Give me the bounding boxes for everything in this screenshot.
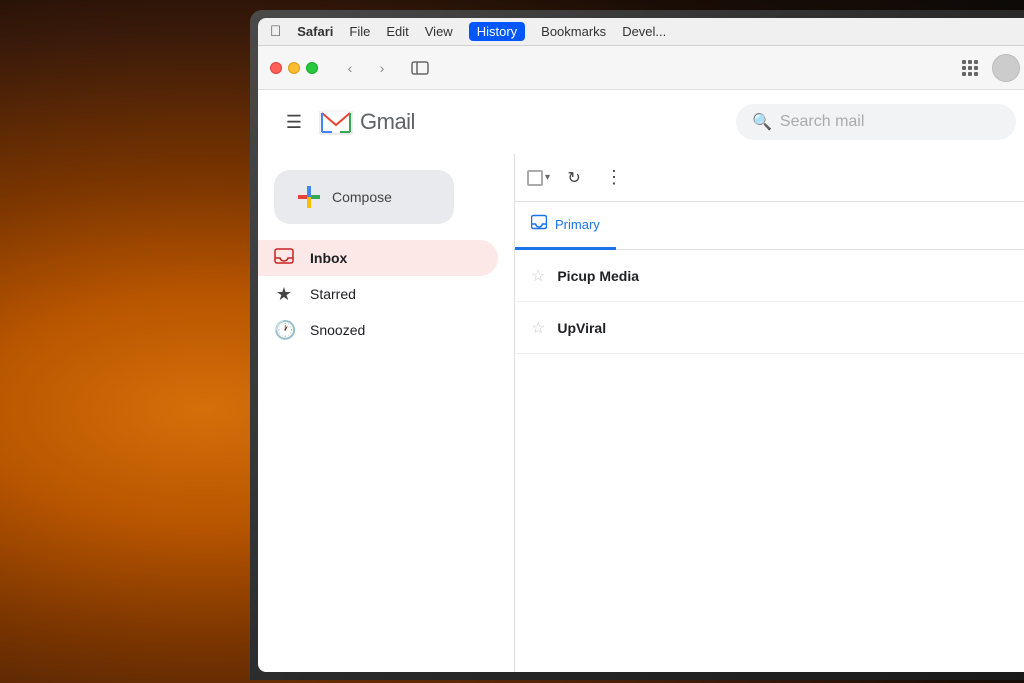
starred-label: Starred	[310, 286, 356, 302]
inbox-label: Inbox	[310, 250, 347, 266]
grid-view-button[interactable]	[956, 54, 984, 82]
gmail-content: ☰	[258, 90, 1024, 672]
menu-safari[interactable]: Safari	[297, 24, 333, 39]
gmail-title: Gmail	[360, 109, 415, 135]
tabs-bar: Primary	[515, 202, 1024, 250]
email-toolbar: ▾ ↻ ⋮	[515, 154, 1024, 202]
compose-label: Compose	[332, 189, 392, 205]
search-bar[interactable]: 🔍 Search mail	[736, 104, 1016, 140]
gmail-m-icon	[318, 104, 354, 140]
primary-tab-label: Primary	[555, 217, 600, 232]
more-dots-icon: ⋮	[605, 167, 623, 188]
chevron-right-icon: ›	[380, 60, 385, 76]
star-icon[interactable]: ☆	[531, 266, 545, 286]
grid-icon	[962, 60, 978, 76]
back-button[interactable]: ‹	[336, 54, 364, 82]
menu-view[interactable]: View	[425, 24, 453, 39]
email-sender: Picup Media	[557, 268, 677, 284]
nav-buttons: ‹ ›	[336, 54, 396, 82]
laptop-frame:  Safari File Edit View History Bookmark…	[250, 10, 1024, 680]
compose-plus-icon	[298, 186, 320, 208]
sidebar-item-inbox[interactable]: Inbox	[258, 240, 498, 276]
sidebar-item-starred[interactable]: ★ Starred	[258, 276, 498, 312]
gmail-header: ☰	[258, 90, 1024, 154]
clock-icon: 🕐	[274, 320, 294, 341]
gmail-main: ▾ ↻ ⋮	[514, 154, 1024, 672]
refresh-button[interactable]: ↻	[558, 162, 590, 194]
chevron-left-icon: ‹	[348, 60, 353, 76]
fullscreen-button[interactable]	[306, 62, 318, 74]
more-options-button[interactable]: ⋮	[598, 162, 630, 194]
search-placeholder-text: Search mail	[780, 113, 864, 131]
compose-button[interactable]: Compose	[274, 170, 454, 224]
chevron-down-icon: ▾	[545, 172, 550, 183]
email-list: ☆ Picup Media ☆ UpViral	[515, 250, 1024, 354]
gmail-logo: Gmail	[318, 104, 415, 140]
snoozed-label: Snoozed	[310, 322, 365, 338]
apple-menu[interactable]: 	[270, 23, 281, 40]
menu-bookmarks[interactable]: Bookmarks	[541, 24, 606, 39]
macos-menubar:  Safari File Edit View History Bookmark…	[258, 18, 1024, 46]
toolbar-right	[956, 54, 1020, 82]
menu-file[interactable]: File	[349, 24, 370, 39]
traffic-lights	[270, 62, 318, 74]
sidebar-icon	[411, 61, 429, 75]
close-button[interactable]	[270, 62, 282, 74]
gmail-search-area: 🔍 Search mail	[455, 104, 1016, 140]
hamburger-icon: ☰	[286, 112, 302, 133]
menu-edit[interactable]: Edit	[386, 24, 408, 39]
menu-develop[interactable]: Devel...	[622, 24, 666, 39]
gmail-menu-button[interactable]: ☰	[274, 102, 314, 142]
gmail-body: Compose Inbox ★	[258, 154, 1024, 672]
email-sender: UpViral	[557, 320, 677, 336]
refresh-icon: ↻	[567, 168, 580, 188]
checkbox-square	[527, 170, 543, 186]
sidebar-toggle-button[interactable]	[406, 54, 434, 82]
sidebar-item-snoozed[interactable]: 🕐 Snoozed	[258, 312, 498, 348]
tab-primary[interactable]: Primary	[515, 202, 616, 250]
minimize-button[interactable]	[288, 62, 300, 74]
primary-tab-icon	[531, 214, 547, 235]
screen-bezel:  Safari File Edit View History Bookmark…	[258, 18, 1024, 672]
safari-toolbar: ‹ ›	[258, 46, 1024, 90]
email-row[interactable]: ☆ Picup Media	[515, 250, 1024, 302]
forward-button[interactable]: ›	[368, 54, 396, 82]
account-avatar[interactable]	[992, 54, 1020, 82]
star-icon: ★	[274, 284, 294, 305]
inbox-svg-icon	[274, 246, 294, 266]
email-row[interactable]: ☆ UpViral	[515, 302, 1024, 354]
menu-history[interactable]: History	[469, 22, 525, 41]
star-icon[interactable]: ☆	[531, 318, 545, 338]
inbox-icon	[274, 246, 294, 271]
inbox-tab-icon	[531, 214, 547, 230]
select-all-checkbox[interactable]: ▾	[527, 170, 550, 186]
search-icon: 🔍	[752, 112, 772, 132]
gmail-sidebar: Compose Inbox ★	[258, 154, 514, 672]
